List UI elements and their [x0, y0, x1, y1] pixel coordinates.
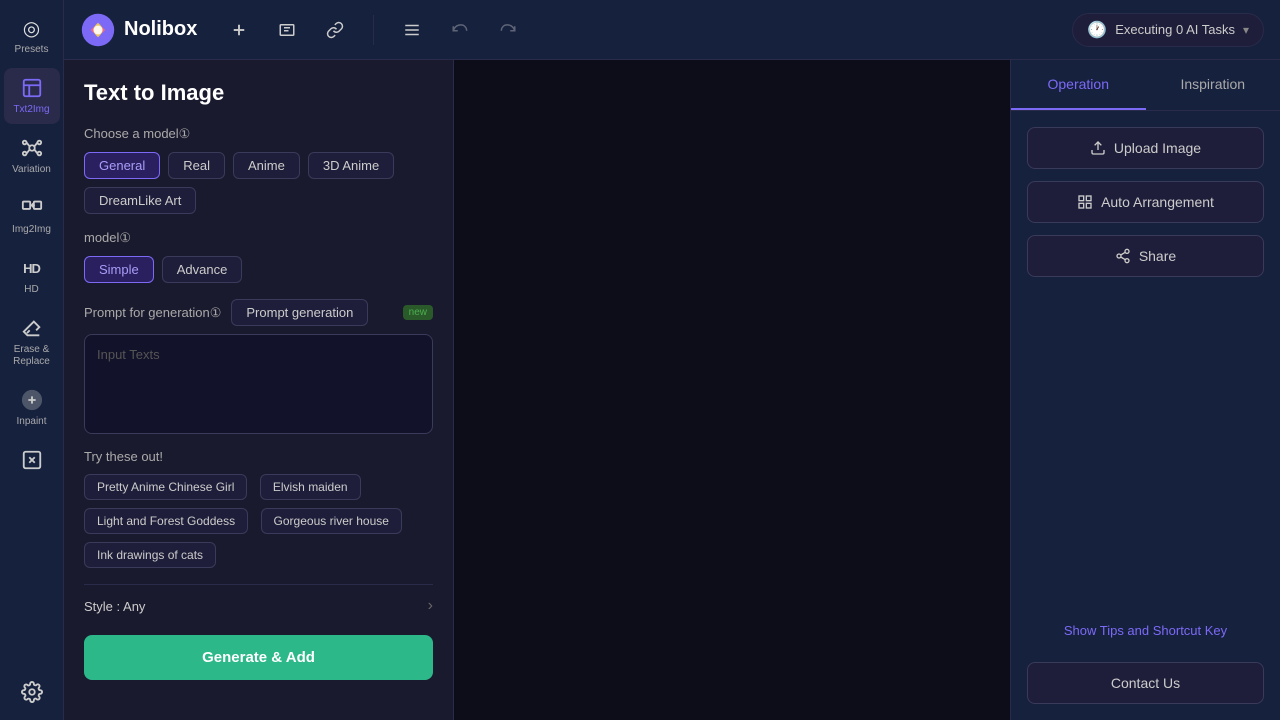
img2img-icon — [20, 196, 44, 220]
right-panel: Operation Inspiration Upload Image Auto … — [1010, 60, 1280, 720]
upload-icon — [1090, 140, 1106, 156]
model-tag-group: General Real Anime 3D Anime DreamLike Ar… — [84, 152, 433, 214]
erase-icon — [20, 316, 44, 340]
prompt-generation-button[interactable]: Prompt generation — [231, 299, 368, 326]
try-tag-elvish[interactable]: Elvish maiden — [260, 474, 361, 500]
presets-icon: ◎ — [20, 16, 44, 40]
add-button[interactable] — [221, 12, 257, 48]
try-tag-river[interactable]: Gorgeous river house — [261, 508, 402, 534]
prompt-wrapper: Prompt for generation① Prompt generation… — [84, 299, 433, 439]
style-label: Style : Any — [84, 599, 145, 614]
mode-tag-simple[interactable]: Simple — [84, 256, 154, 283]
sidebar-item-txt2img[interactable]: Txt2Img — [4, 68, 60, 124]
share-icon — [1115, 248, 1131, 264]
mode-tag-advance[interactable]: Advance — [162, 256, 243, 283]
sidebar: ◎ Presets Txt2Img Variation Img2Img HD H… — [0, 0, 64, 720]
hd-icon: HD — [20, 256, 44, 280]
sidebar-item-variation[interactable]: Variation — [4, 128, 60, 184]
sidebar-item-inpaint[interactable]: Inpaint — [4, 380, 60, 436]
text-button[interactable] — [269, 12, 305, 48]
sidebar-label-img2img: Img2Img — [12, 224, 51, 236]
executing-label: Executing 0 AI Tasks — [1115, 22, 1235, 37]
sidebar-item-settings[interactable] — [4, 672, 60, 712]
chevron-down-icon: ▾ — [1243, 23, 1249, 37]
auto-arrangement-label: Auto Arrangement — [1101, 194, 1214, 210]
mode-label: model① — [84, 230, 433, 246]
topbar-divider — [373, 15, 374, 45]
undo-button[interactable] — [442, 12, 478, 48]
try-these-label: Try these out! — [84, 449, 433, 464]
inpaint-icon — [20, 388, 44, 412]
choose-model-label: Choose a model① — [84, 126, 433, 142]
prompt-for-gen-label: Prompt for generation① — [84, 305, 221, 321]
redo-button[interactable] — [490, 12, 526, 48]
auto-arrangement-button[interactable]: Auto Arrangement — [1027, 181, 1264, 223]
canvas-area[interactable] — [454, 60, 1010, 720]
share-label: Share — [1139, 248, 1176, 264]
arrangement-icon — [1077, 194, 1093, 210]
upload-image-label: Upload Image — [1114, 140, 1201, 156]
logo-text: Nolibox — [124, 18, 197, 41]
show-tips-link[interactable]: Show Tips and Shortcut Key — [1027, 615, 1264, 646]
model-tag-general[interactable]: General — [84, 152, 160, 179]
topbar: Nolibox 🕐 Executing 0 AI Tasks ▾ — [64, 0, 1280, 60]
content-area: Text to Image Choose a model① General Re… — [64, 60, 1280, 720]
try-tag-forest[interactable]: Light and Forest Goddess — [84, 508, 248, 534]
sidebar-label-txt2img: Txt2Img — [13, 104, 49, 116]
try-tag-ink[interactable]: Ink drawings of cats — [84, 542, 216, 568]
sidebar-item-hd[interactable]: HD HD — [4, 248, 60, 304]
try-tag-anime-girl[interactable]: Pretty Anime Chinese Girl — [84, 474, 247, 500]
model-tag-real[interactable]: Real — [168, 152, 225, 179]
new-badge: new — [403, 305, 433, 320]
sidebar-label-variation: Variation — [12, 164, 51, 176]
txt2img-icon — [20, 76, 44, 100]
menu-button[interactable] — [394, 12, 430, 48]
executing-badge[interactable]: 🕐 Executing 0 AI Tasks ▾ — [1072, 13, 1264, 47]
mode-tag-group: Simple Advance — [84, 256, 433, 283]
sidebar-item-img2img[interactable]: Img2Img — [4, 188, 60, 244]
try-tags-group: Pretty Anime Chinese Girl Elvish maiden … — [84, 474, 433, 576]
main-area: Nolibox 🕐 Executing 0 AI Tasks ▾ — [64, 0, 1280, 720]
sidebar-label-presets: Presets — [15, 44, 49, 56]
sidebar-item-presets[interactable]: ◎ Presets — [4, 8, 60, 64]
sidebar-label-erase: Erase &Replace — [13, 344, 50, 368]
variation-icon — [20, 136, 44, 160]
clock-icon: 🕐 — [1087, 20, 1107, 40]
sidebar-label-hd: HD — [24, 284, 38, 296]
upload-image-button[interactable]: Upload Image — [1027, 127, 1264, 169]
sidebar-label-inpaint: Inpaint — [16, 416, 46, 428]
model-tag-3danime[interactable]: 3D Anime — [308, 152, 394, 179]
left-panel: Text to Image Choose a model① General Re… — [64, 60, 454, 720]
settings-icon — [20, 680, 44, 704]
remove-icon — [20, 448, 44, 472]
topbar-right: 🕐 Executing 0 AI Tasks ▾ — [1072, 13, 1264, 47]
logo-icon — [80, 12, 116, 48]
contact-us-button[interactable]: Contact Us — [1027, 662, 1264, 704]
style-row[interactable]: Style : Any › — [84, 584, 433, 627]
share-button[interactable]: Share — [1027, 235, 1264, 277]
model-tag-dreamlike[interactable]: DreamLike Art — [84, 187, 196, 214]
right-tabs: Operation Inspiration — [1011, 60, 1280, 111]
tab-inspiration[interactable]: Inspiration — [1146, 60, 1280, 110]
tab-operation[interactable]: Operation — [1011, 60, 1146, 110]
link-button[interactable] — [317, 12, 353, 48]
sidebar-item-remove[interactable] — [4, 440, 60, 480]
input-texts-field[interactable] — [84, 334, 433, 434]
logo-area: Nolibox — [80, 12, 197, 48]
style-chevron-icon: › — [428, 597, 433, 615]
generate-add-button[interactable]: Generate & Add — [84, 635, 433, 680]
sidebar-item-erase[interactable]: Erase &Replace — [4, 308, 60, 376]
right-content: Upload Image Auto Arrangement Share Show… — [1011, 111, 1280, 662]
model-tag-anime[interactable]: Anime — [233, 152, 300, 179]
page-title: Text to Image — [84, 80, 433, 106]
